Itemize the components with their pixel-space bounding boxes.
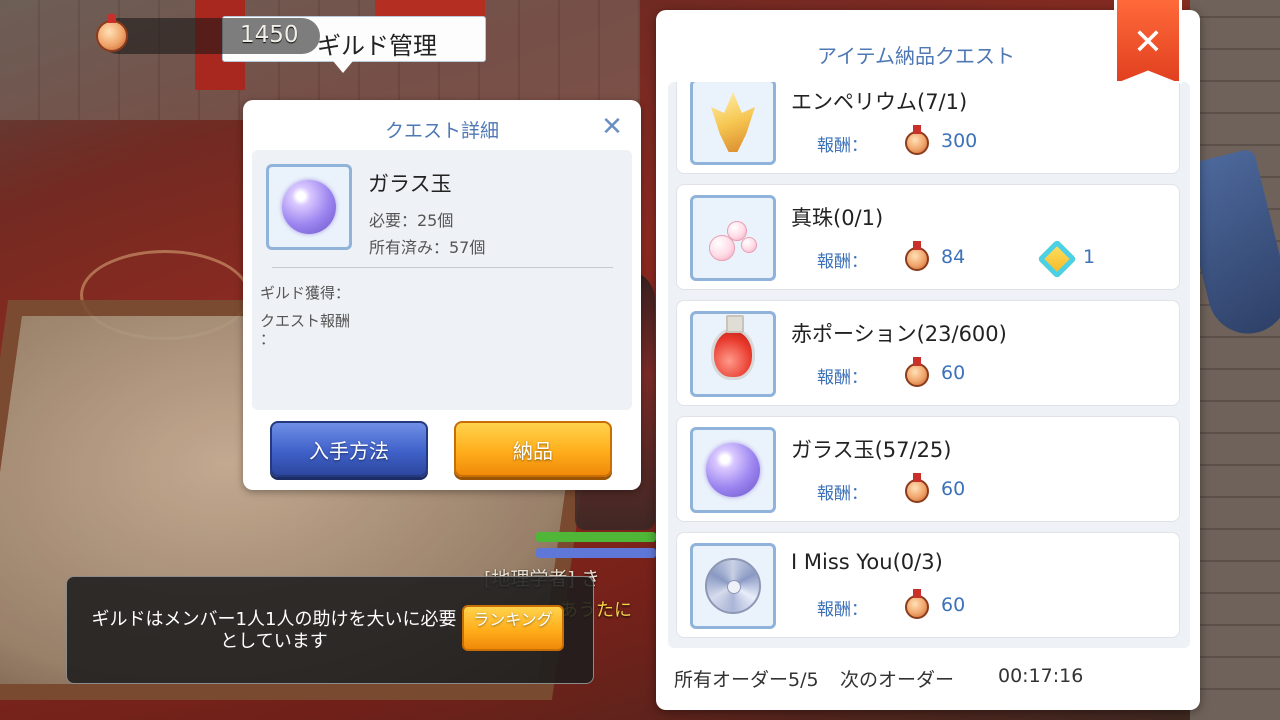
reward-value: 84 bbox=[941, 246, 966, 268]
medal-icon bbox=[905, 589, 929, 619]
guild-tip-box: ギルドはメンバー1人1人の助けを大いに必要としています ランキング bbox=[66, 576, 594, 684]
red-potion-icon bbox=[711, 315, 755, 380]
orders-owned: 所有オーダー5/5 bbox=[674, 669, 819, 691]
medal-icon bbox=[905, 125, 929, 155]
pearl-icon bbox=[705, 213, 761, 263]
quest-item-name: I Miss You(0/3) bbox=[791, 550, 943, 574]
quest-detail-panel: クエスト詳細 ✕ ガラス玉 必要：25個 所有済み：57個 ギルド獲得： クエス… bbox=[243, 100, 641, 490]
quest-reward-label: クエスト報酬 ： bbox=[260, 312, 351, 348]
guild-points-display: 1450 bbox=[96, 14, 320, 54]
quest-item-name: 真珠(0/1) bbox=[791, 206, 884, 230]
item-name: ガラス玉 bbox=[368, 172, 452, 196]
castle-wall-right bbox=[1190, 0, 1280, 720]
item-slot bbox=[690, 82, 776, 165]
sp-bar bbox=[536, 548, 656, 558]
reward-label: 報酬： bbox=[817, 600, 868, 620]
next-order-label: 次のオーダー bbox=[840, 669, 955, 691]
guild-points-value: 1450 bbox=[240, 22, 299, 48]
reward-value: 60 bbox=[941, 362, 966, 384]
item-slot bbox=[690, 311, 776, 397]
divider bbox=[272, 267, 613, 268]
close-icon[interactable]: ✕ bbox=[599, 114, 625, 140]
quest-row-red-potion[interactable]: 赤ポーション(23/600) 報酬： 60 bbox=[676, 300, 1180, 406]
medal-icon bbox=[96, 14, 128, 52]
medal-icon bbox=[905, 241, 929, 271]
quest-item-name: エンペリウム(7/1) bbox=[791, 90, 968, 114]
guild-management-title: ギルド管理 bbox=[317, 32, 437, 60]
guild-gain-label: ギルド獲得： bbox=[260, 284, 351, 302]
item-slot bbox=[690, 543, 776, 629]
quest-row-glass-orb[interactable]: ガラス玉(57/25) 報酬： 60 bbox=[676, 416, 1180, 522]
item-slot bbox=[266, 164, 352, 250]
hp-bar bbox=[536, 532, 656, 542]
medal-icon bbox=[905, 473, 929, 503]
quest-item-name: 赤ポーション(23/600) bbox=[791, 322, 1007, 346]
quest-row-emperium[interactable]: エンペリウム(7/1) 報酬： 300 bbox=[676, 82, 1180, 174]
deliver-button[interactable]: 納品 bbox=[454, 421, 612, 477]
ranking-button[interactable]: ランキング bbox=[462, 605, 564, 651]
item-delivery-quest-panel: アイテム納品クエスト エンペリウム(7/1) 報酬： 300 真珠(0/1) 報… bbox=[656, 10, 1200, 710]
quest-detail-body: ガラス玉 必要：25個 所有済み：57個 ギルド獲得： クエスト報酬 ： bbox=[252, 150, 632, 410]
quest-row-i-miss-you[interactable]: I Miss You(0/3) 報酬： 60 bbox=[676, 532, 1180, 638]
owned-count: 所有済み：57個 bbox=[369, 238, 486, 257]
item-slot bbox=[690, 427, 776, 513]
reward-label: 報酬： bbox=[817, 252, 868, 272]
quest-list[interactable]: エンペリウム(7/1) 報酬： 300 真珠(0/1) 報酬： 84 1 赤ポー… bbox=[668, 82, 1190, 648]
speech-pointer bbox=[333, 61, 353, 73]
next-order-timer: 00:17:16 bbox=[998, 665, 1084, 687]
reward-label: 報酬： bbox=[817, 484, 868, 504]
emperium-crystal-icon bbox=[711, 92, 755, 152]
reward-label: 報酬： bbox=[817, 136, 868, 156]
guild-token-icon bbox=[1037, 239, 1077, 279]
medal-icon bbox=[905, 357, 929, 387]
delivery-quest-title: アイテム納品クエスト bbox=[817, 44, 1015, 68]
bonus-value: 1 bbox=[1083, 246, 1096, 268]
item-slot bbox=[690, 195, 776, 281]
quest-row-pearl[interactable]: 真珠(0/1) 報酬： 84 1 bbox=[676, 184, 1180, 290]
reward-value: 60 bbox=[941, 594, 966, 616]
glass-orb-icon bbox=[282, 180, 336, 234]
reward-value: 60 bbox=[941, 478, 966, 500]
required-count: 必要：25個 bbox=[369, 211, 454, 230]
reward-label: 報酬： bbox=[817, 368, 868, 388]
guild-tip-message: ギルドはメンバー1人1人の助けを大いに必要としています bbox=[91, 609, 457, 652]
reward-value: 300 bbox=[941, 130, 978, 152]
quest-detail-title: クエスト詳細 bbox=[384, 120, 499, 142]
glass-orb-icon bbox=[706, 443, 760, 497]
how-to-get-button[interactable]: 入手方法 bbox=[270, 421, 428, 477]
disc-icon bbox=[705, 558, 761, 614]
quest-item-name: ガラス玉(57/25) bbox=[791, 438, 952, 462]
